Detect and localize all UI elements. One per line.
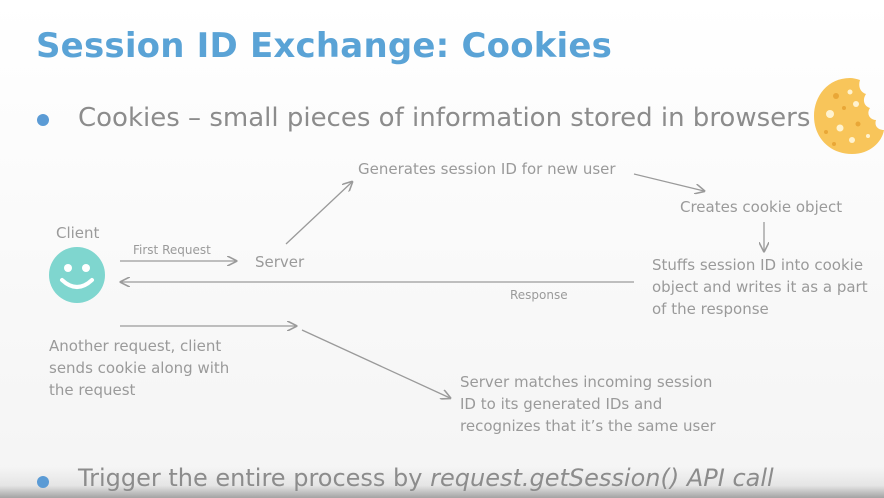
generate-to-create-arrow — [633, 173, 704, 191]
response-label: Response — [510, 288, 568, 302]
matches-line-3: recognizes that it’s the same user — [460, 417, 716, 435]
matches-line-1: Server matches incoming session — [460, 373, 713, 391]
stuffs-line-3: of the response — [652, 300, 769, 318]
another-line-2: sends cookie along with — [49, 359, 230, 377]
server-to-generate-arrow — [285, 182, 352, 245]
client-label: Client — [56, 224, 100, 242]
stuffs-label: Stuffs session ID into cookie object and… — [652, 254, 868, 320]
generates-label: Generates session ID for new user — [358, 160, 616, 178]
slide: Session ID Exchange: Cookies Cookies – s… — [0, 0, 884, 498]
bullet-2-text: Trigger the entire process by request.ge… — [78, 464, 774, 492]
creates-cookie-label: Creates cookie object — [680, 198, 843, 216]
stuffs-line-2: object and writes it as a part — [652, 278, 868, 296]
bullet-2-emphasis: request.getSession() API call — [430, 464, 774, 492]
server-matches-label: Server matches incoming session ID to it… — [460, 371, 716, 437]
bullet-2-prefix: Trigger the entire process by — [78, 464, 431, 492]
another-line-1: Another request, client — [49, 337, 222, 355]
first-request-label: First Request — [133, 243, 211, 257]
request-to-match-arrow — [301, 329, 450, 398]
server-label: Server — [255, 253, 305, 271]
another-line-3: the request — [49, 381, 136, 399]
smiley-face-icon — [49, 247, 105, 303]
matches-line-2: ID to its generated IDs and — [460, 395, 663, 413]
bullet-dot-2 — [37, 476, 49, 488]
another-request-label: Another request, client sends cookie alo… — [49, 335, 229, 401]
stuffs-line-1: Stuffs session ID into cookie — [652, 256, 864, 274]
